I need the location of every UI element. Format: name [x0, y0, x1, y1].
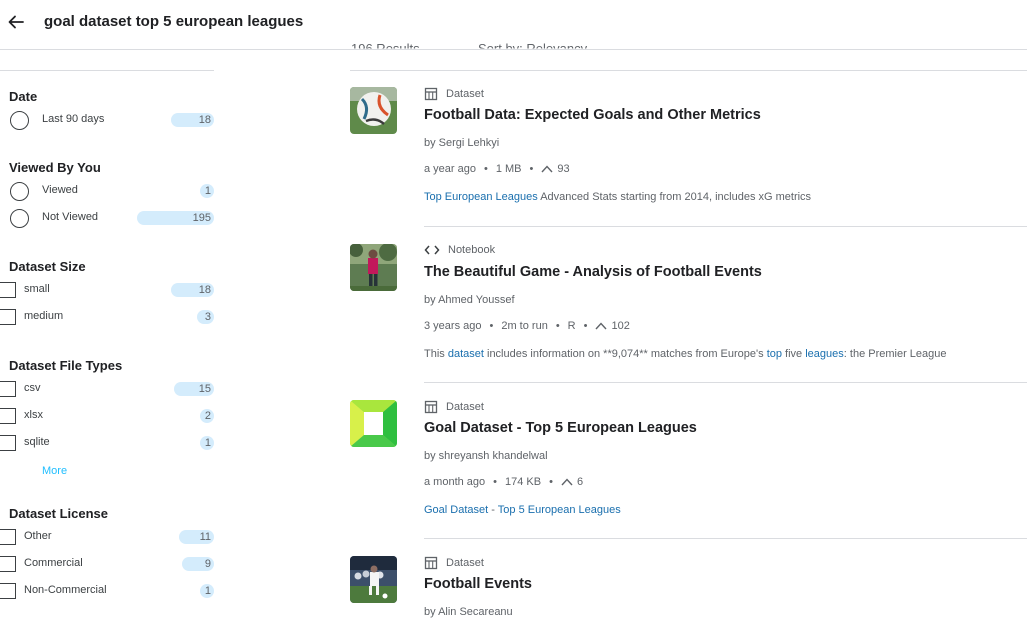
- filter-option-non-commercial[interactable]: Non-Commercial 1: [0, 581, 215, 601]
- radio-button[interactable]: [10, 111, 29, 130]
- filter-title-date: Date: [9, 89, 38, 104]
- checkbox[interactable]: [0, 583, 16, 599]
- desc-link[interactable]: Top European Leagues: [424, 191, 538, 203]
- filter-option-medium[interactable]: medium 3: [0, 307, 215, 327]
- result-author[interactable]: by Alin Secareanu: [424, 606, 513, 618]
- divider: [0, 70, 214, 71]
- vote-count: 93: [557, 163, 570, 175]
- filter-option-other[interactable]: Other 11: [0, 527, 215, 547]
- result-kind: Dataset: [424, 87, 484, 101]
- table-icon: [424, 87, 438, 101]
- divider: [350, 70, 1027, 71]
- divider: [424, 382, 1027, 383]
- results-list: Dataset Football Data: Expected Goals an…: [345, 50, 1027, 630]
- checkbox[interactable]: [0, 529, 16, 545]
- result-thumbnail[interactable]: [350, 87, 397, 134]
- count-badge: 11: [179, 530, 214, 544]
- filter-option-sqlite[interactable]: sqlite 1: [0, 433, 215, 453]
- more-file-types-link[interactable]: More: [42, 465, 67, 477]
- desc-link[interactable]: dataset: [448, 348, 484, 360]
- upvote-icon[interactable]: [595, 322, 608, 330]
- count-badge: 195: [137, 211, 214, 225]
- result-author[interactable]: by Ahmed Youssef: [424, 294, 515, 306]
- result-description: Top European Leagues Advanced Stats star…: [424, 191, 812, 203]
- checkbox[interactable]: [0, 435, 16, 451]
- result-title[interactable]: The Beautiful Game - Analysis of Footbal…: [424, 264, 762, 280]
- divider: [424, 226, 1027, 227]
- filter-title-license: Dataset License: [9, 506, 108, 521]
- count-badge: 1: [200, 584, 214, 598]
- filter-title-viewed: Viewed By You: [9, 160, 101, 175]
- vote-count: 102: [611, 320, 630, 332]
- result-thumbnail[interactable]: [350, 556, 397, 603]
- count-badge: 2: [200, 409, 214, 423]
- filter-sidebar: Date Last 90 days 18 Viewed By You Viewe…: [0, 50, 215, 630]
- count-badge: 1: [200, 184, 214, 198]
- result-description: Goal Dataset - Top 5 European Leagues: [424, 504, 621, 516]
- result-meta: a year ago • 1 MB • 93: [424, 163, 570, 175]
- filter-option-commercial[interactable]: Commercial 9: [0, 554, 215, 574]
- code-icon: [424, 245, 440, 255]
- count-badge: 18: [171, 113, 214, 127]
- divider: [424, 538, 1027, 539]
- search-query[interactable]: goal dataset top 5 european leagues: [44, 13, 303, 30]
- checkbox[interactable]: [0, 309, 16, 325]
- filter-title-size: Dataset Size: [9, 259, 86, 274]
- result-description: This dataset includes information on **9…: [424, 348, 947, 360]
- search-header: 196 Results Sort by: Relevancy goal data…: [0, 0, 1027, 50]
- back-arrow-icon[interactable]: [6, 12, 26, 32]
- result-kind: Dataset: [424, 400, 484, 414]
- result-title[interactable]: Football Events: [424, 576, 532, 592]
- upvote-icon[interactable]: [541, 165, 553, 173]
- desc-link[interactable]: top: [767, 348, 782, 360]
- filter-option-small[interactable]: small 18: [0, 280, 215, 300]
- result-author[interactable]: by shreyansh khandelwal: [424, 450, 548, 462]
- result-meta: 3 years ago • 2m to run • R • 102: [424, 320, 630, 332]
- filter-option-viewed[interactable]: Viewed 1: [0, 181, 215, 201]
- checkbox[interactable]: [0, 381, 16, 397]
- count-badge: 15: [174, 382, 214, 396]
- filter-option-xlsx[interactable]: xlsx 2: [0, 406, 215, 426]
- count-badge: 1: [200, 436, 214, 450]
- result-kind: Dataset: [424, 556, 484, 570]
- checkbox[interactable]: [0, 556, 16, 572]
- count-badge: 3: [197, 310, 214, 324]
- result-title[interactable]: Goal Dataset - Top 5 European Leagues: [424, 420, 697, 436]
- filter-option-not-viewed[interactable]: Not Viewed 195: [0, 208, 215, 228]
- desc-link[interactable]: leagues: [805, 348, 844, 360]
- radio-button[interactable]: [10, 209, 29, 228]
- count-badge: 9: [182, 557, 214, 571]
- checkbox[interactable]: [0, 282, 16, 298]
- table-icon: [424, 556, 438, 570]
- result-author[interactable]: by Sergi Lehkyi: [424, 137, 499, 149]
- radio-button[interactable]: [10, 182, 29, 201]
- desc-link[interactable]: Top 5 European Leagues: [498, 504, 621, 516]
- result-kind: Notebook: [424, 244, 495, 256]
- result-thumbnail[interactable]: [350, 244, 397, 291]
- upvote-icon[interactable]: [561, 478, 573, 486]
- table-icon: [424, 400, 438, 414]
- filter-title-file-types: Dataset File Types: [9, 358, 123, 373]
- result-thumbnail[interactable]: [350, 400, 397, 447]
- count-badge: 18: [171, 283, 214, 297]
- filter-option-csv[interactable]: csv 15: [0, 379, 215, 399]
- result-meta: a month ago • 174 KB • 6: [424, 476, 584, 488]
- checkbox[interactable]: [0, 408, 16, 424]
- result-title[interactable]: Football Data: Expected Goals and Other …: [424, 107, 761, 123]
- vote-count: 6: [576, 476, 584, 488]
- filter-option-last-90-days[interactable]: Last 90 days 18: [0, 110, 215, 130]
- desc-link[interactable]: Goal Dataset: [424, 504, 488, 516]
